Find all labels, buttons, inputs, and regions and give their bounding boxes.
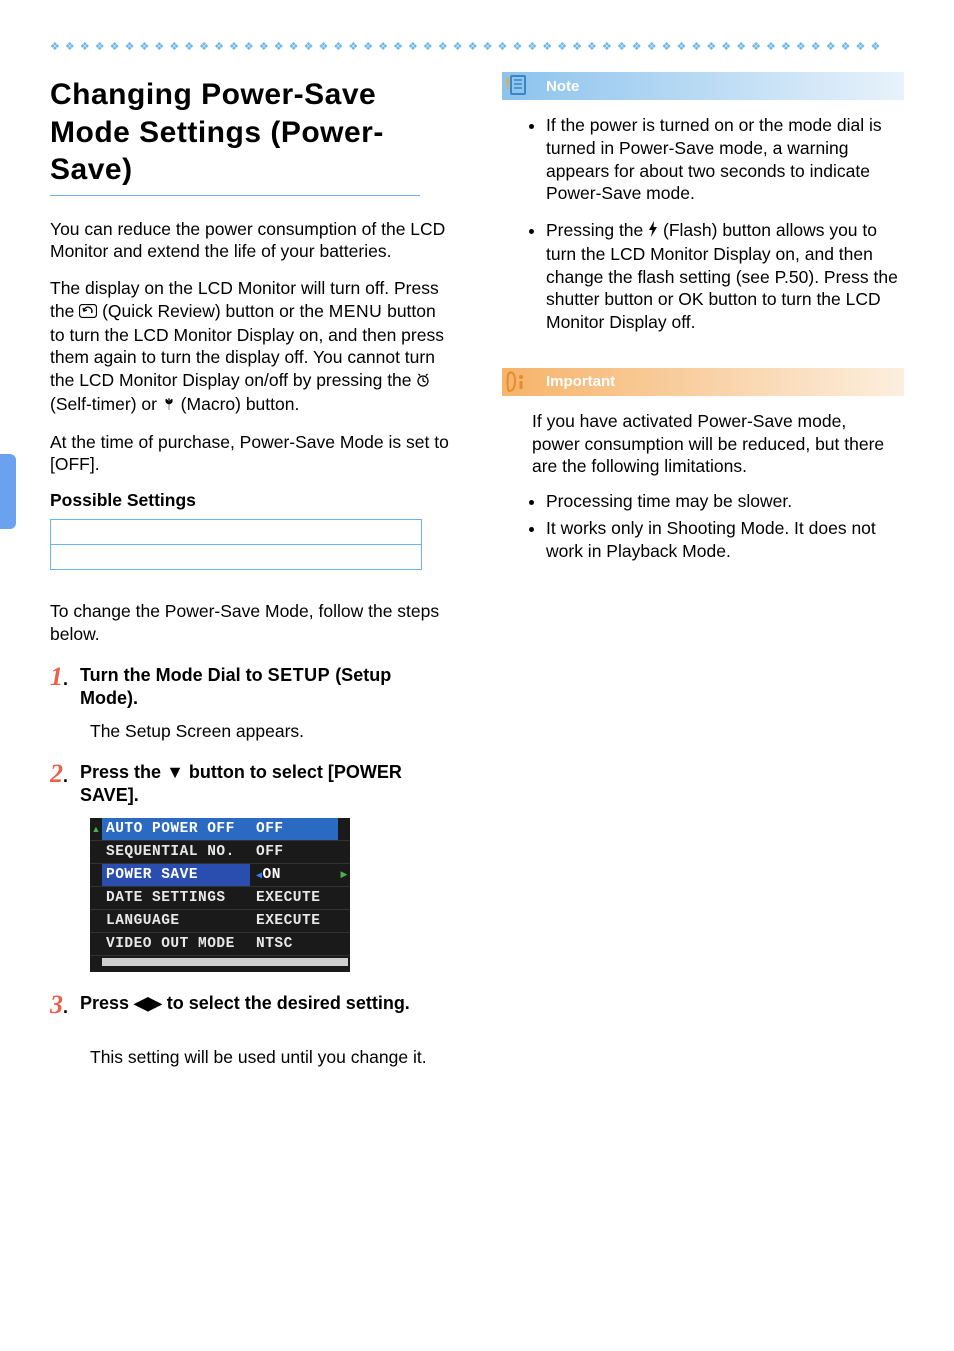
change-intro: To change the Power-Save Mode, follow th… (50, 600, 452, 646)
lcd-item-label: POWER SAVE (102, 864, 250, 886)
lcd-screenshot: ▲ AUTO POWER OFF OFF SEQUENTIAL NO. OFF … (90, 818, 350, 972)
lcd-item-label: LANGUAGE (102, 910, 250, 932)
note-bullet: If the power is turned on or the mode di… (546, 114, 898, 205)
step-subtext: This setting will be used until you chan… (90, 1046, 452, 1069)
step-subtext: The Setup Screen appears. (90, 720, 452, 743)
text-fragment: (Macro) button. (176, 394, 300, 414)
intro-paragraph-1: You can reduce the power consumption of … (50, 218, 452, 264)
important-bullet: It works only in Shooting Mode. It does … (546, 517, 898, 563)
settings-table (50, 519, 422, 570)
important-intro: If you have activated Power-Save mode, p… (532, 410, 898, 478)
text-fragment: (Quick Review) button or the (97, 301, 328, 321)
section-tab (0, 454, 16, 529)
step-heading: Press ◀▶ to select the desired setting. (80, 992, 410, 1015)
important-icon (502, 368, 530, 396)
step-dot: . (63, 997, 68, 1017)
lcd-item-value: EXECUTE (250, 887, 338, 909)
important-header: Important (502, 368, 904, 396)
step-2: 2. Press the ▼ button to select [POWER S… (50, 761, 452, 808)
scroll-up-indicator: ▲ (90, 818, 102, 840)
text-fragment: to select the desired setting. (162, 993, 410, 1013)
possible-settings-heading: Possible Settings (50, 490, 452, 511)
lcd-row: DATE SETTINGS EXECUTE (90, 887, 350, 910)
important-body: If you have activated Power-Save mode, p… (502, 396, 904, 583)
step-dot: . (63, 669, 68, 689)
step-number-text: 3 (50, 990, 63, 1019)
lcd-row: ▲ AUTO POWER OFF OFF (90, 818, 350, 841)
step-number-text: 1 (50, 662, 63, 691)
note-callout: ! Note If the power is turned on or the … (502, 72, 904, 354)
lcd-row: SEQUENTIAL NO. OFF (90, 841, 350, 864)
step-3: 3. Press ◀▶ to select the desired settin… (50, 992, 452, 1018)
right-column: ! Note If the power is turned on or the … (502, 72, 904, 1087)
intro-paragraph-2: The display on the LCD Monitor will turn… (50, 277, 452, 417)
note-bullet: Pressing the (Flash) button allows you t… (546, 219, 898, 334)
flash-icon (648, 220, 658, 243)
step-number: 3. (50, 992, 70, 1018)
lcd-value-text: ON (263, 867, 281, 883)
lcd-item-label: VIDEO OUT MODE (102, 933, 250, 955)
step-number: 1. (50, 664, 70, 690)
step-1: 1. Turn the Mode Dial to SETUP (Setup Mo… (50, 664, 452, 711)
note-icon: ! (502, 72, 530, 100)
menu-button-label: MENU (329, 301, 383, 321)
step-dot: . (63, 766, 68, 786)
step-heading: Press the ▼ button to select [POWER SAVE… (80, 761, 452, 808)
lcd-item-value: EXECUTE (250, 910, 338, 932)
svg-text:!: ! (505, 76, 510, 93)
title-underline (50, 195, 420, 196)
text-fragment: (Self-timer) or (50, 394, 162, 414)
text-fragment: Press (80, 993, 134, 1013)
step-number: 2. (50, 761, 70, 787)
lcd-item-label: SEQUENTIAL NO. (102, 841, 250, 863)
self-timer-icon (416, 370, 430, 393)
lcd-item-value: OFF (250, 841, 338, 863)
step-number-text: 2 (50, 759, 63, 788)
decorative-divider: ❖ ❖ ❖ ❖ ❖ ❖ ❖ ❖ ❖ ❖ ❖ ❖ ❖ ❖ ❖ ❖ ❖ ❖ ❖ ❖ … (50, 40, 904, 52)
lcd-item-label: AUTO POWER OFF (102, 818, 250, 840)
step-heading: Turn the Mode Dial to SETUP (Setup Mode)… (80, 664, 452, 711)
left-column: Changing Power-Save Mode Settings (Power… (50, 72, 452, 1087)
left-right-arrow-icon: ◀▶ (134, 992, 162, 1015)
note-header: ! Note (502, 72, 904, 100)
text-fragment: Press the (80, 762, 166, 782)
important-title: Important (538, 368, 904, 395)
text-fragment: Pressing the (546, 220, 648, 240)
lcd-row-selected: POWER SAVE ◀ON ▶ (90, 864, 350, 887)
lcd-item-value: OFF (250, 818, 338, 840)
down-arrow-icon: ▼ (166, 761, 184, 784)
important-callout: Important If you have activated Power-Sa… (502, 368, 904, 583)
text-fragment: Turn the Mode Dial to (80, 665, 268, 685)
page-title: Changing Power-Save Mode Settings (Power… (50, 76, 452, 189)
lcd-item-label: DATE SETTINGS (102, 887, 250, 909)
settings-row (51, 545, 421, 569)
note-body: If the power is turned on or the mode di… (502, 100, 904, 354)
settings-row (51, 520, 421, 545)
lcd-row: LANGUAGE EXECUTE (90, 910, 350, 933)
lcd-footer-bar (102, 958, 348, 966)
lcd-item-value: ◀ON (250, 864, 338, 886)
lcd-item-value: NTSC (250, 933, 338, 955)
setup-label: SETUP (268, 665, 331, 685)
important-bullet: Processing time may be slower. (546, 490, 898, 513)
content-columns: Changing Power-Save Mode Settings (Power… (50, 72, 904, 1087)
right-arrow-icon: ▶ (338, 864, 350, 886)
note-title: Note (538, 73, 904, 100)
intro-paragraph-3: At the time of purchase, Power-Save Mode… (50, 431, 452, 477)
manual-page: ❖ ❖ ❖ ❖ ❖ ❖ ❖ ❖ ❖ ❖ ❖ ❖ ❖ ❖ ❖ ❖ ❖ ❖ ❖ ❖ … (0, 0, 954, 1137)
quick-review-icon (79, 301, 97, 324)
macro-icon (162, 394, 176, 417)
lcd-row: VIDEO OUT MODE NTSC (90, 933, 350, 956)
